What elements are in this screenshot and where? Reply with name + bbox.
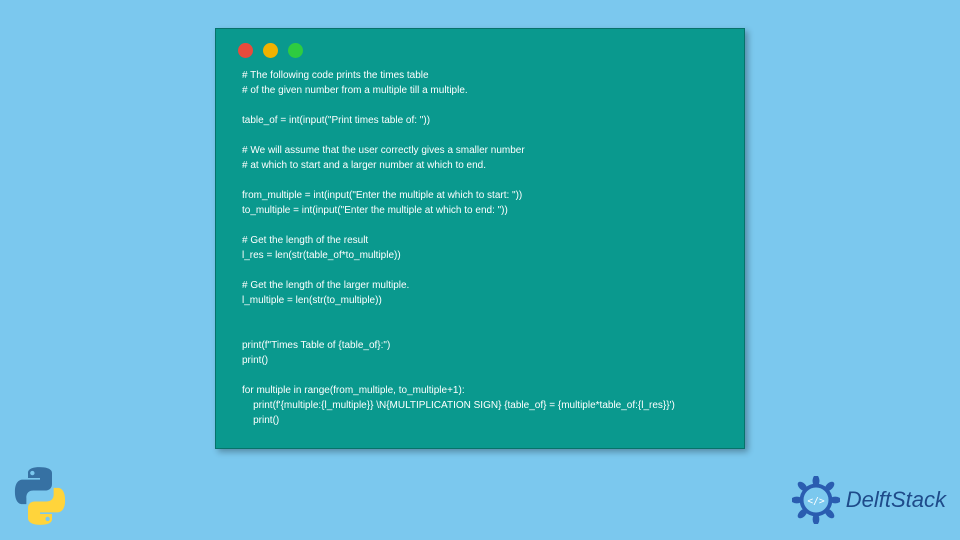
brand-name: DelftStack bbox=[846, 487, 946, 513]
code-window: # The following code prints the times ta… bbox=[215, 28, 745, 449]
minimize-dot-icon bbox=[263, 43, 278, 58]
close-dot-icon bbox=[238, 43, 253, 58]
window-titlebar bbox=[234, 39, 726, 68]
brand: </> DelftStack bbox=[792, 476, 946, 524]
brand-gear-icon: </> bbox=[792, 476, 840, 524]
python-logo-icon bbox=[10, 466, 70, 526]
code-content: # The following code prints the times ta… bbox=[234, 68, 726, 428]
svg-text:</>: </> bbox=[807, 496, 825, 507]
maximize-dot-icon bbox=[288, 43, 303, 58]
